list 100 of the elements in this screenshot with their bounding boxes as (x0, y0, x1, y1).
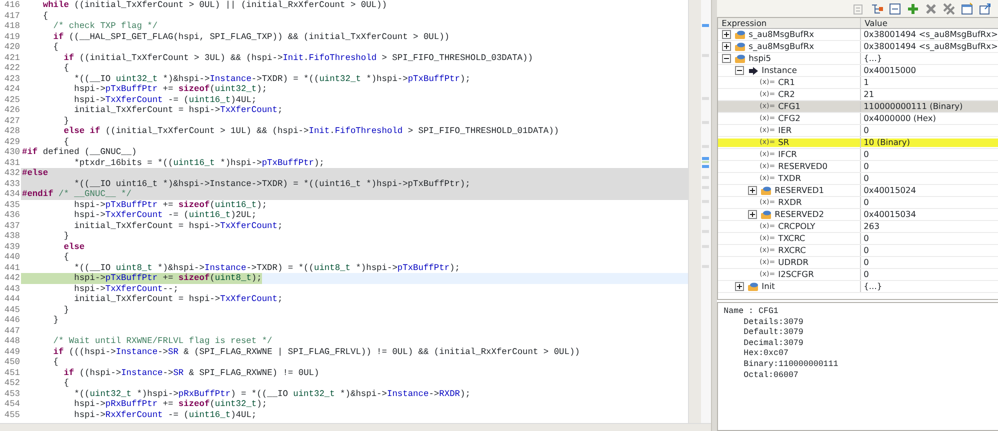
expression-value: 0x40015034 (864, 209, 916, 219)
expand-icon[interactable] (722, 30, 731, 39)
tree-icon[interactable] (870, 2, 884, 16)
detail-line: Decimal:3079 (742, 338, 804, 350)
code-line: *((__IO uint32_t *)&hspi->Instance->TXDR) = *((uint32_t *)hspi->pTxBuffPtr); (73, 74, 470, 84)
tree-row[interactable]: s_au8MsgBufRx 0x38001494 <s_au8MsgBufRx> (718, 29, 998, 41)
code-line: if (((hspi->Instance->SR & (SPI_FLAG_RXWNE | SPI_FLAG_FRLVL)) != 0UL) && (initial_RxXferCount > 0UL)) (52, 346, 580, 357)
code-line: initial_TxXferCount = hspi->TxXferCount; (73, 105, 283, 116)
expression-value: 21 (864, 89, 874, 99)
code-line: { (62, 252, 69, 262)
code-line: else if ((initial_TxXferCount > 1UL) && (hspi->Init.FifoThreshold > SPI_FIFO_THRESHOLD_01DATA)) (62, 126, 560, 136)
struct-icon (734, 30, 746, 40)
struct-icon (760, 210, 772, 220)
code-line: #endif /* __GNUC__ */ (21, 189, 132, 200)
code-line: #else (21, 168, 48, 178)
column-header[interactable]: Value (860, 18, 998, 28)
line-number: 443 (0, 284, 21, 294)
code-line: hspi->pRxBuffPtr += sizeof(uint32_t); (73, 399, 268, 410)
detail-line: Details:3079 (742, 318, 804, 328)
export-icon[interactable] (978, 2, 992, 16)
plus-icon[interactable] (906, 2, 920, 16)
expression-value: 0x38001494 <s_au8MsgBufRx> (864, 29, 998, 39)
expression-value: {...} (864, 53, 882, 63)
column-header[interactable]: Expression (718, 18, 861, 28)
scrollbar[interactable] (0, 423, 711, 431)
detail-line: Name : CFG1 (724, 307, 780, 318)
expression-value: 0 (864, 233, 869, 243)
arrow-icon (746, 66, 759, 76)
code-line: if ((__HAL_SPI_GET_FLAG(hspi, SPI_FLAG_TXP)) && (initial_TxXferCount > 0UL)) (52, 32, 450, 42)
code-line: initial_TxXferCount = hspi->TxXferCount; (73, 220, 283, 231)
expression-name: IFCR (778, 149, 797, 160)
expand-icon[interactable] (748, 186, 757, 195)
detail-line: Octal:06007 (742, 370, 800, 382)
expression-name: RESERVED2 (774, 209, 824, 220)
code-line: hspi->RxXferCount -= (uint16_t)4UL; (73, 410, 257, 420)
expression-value: 0x38001494 <s_au8MsgBufRx> (864, 41, 998, 51)
code-line: { (62, 63, 69, 74)
expand-icon[interactable] (722, 42, 731, 51)
expression-value: 0 (864, 173, 869, 183)
expression-name: TXCRC (778, 233, 806, 244)
code-line: { (52, 357, 58, 368)
expression-value: 0 (864, 149, 869, 159)
expression-value: 0 (864, 161, 869, 171)
tree-row[interactable]: RESERVED2 0x40015034 (718, 209, 998, 221)
expression-name: Init (762, 281, 775, 292)
line-number: 434 (0, 189, 21, 200)
expression-value: 10 (Binary) (864, 137, 910, 147)
code-line: *((uint32_t *)hspi->pRxBuffPtr) = *((__IO uint32_t *)&hspi->Instance->RXDR); (73, 388, 470, 399)
expression-name: RXCRC (778, 245, 806, 256)
expression-name: CR1 (778, 77, 795, 88)
detail-line: Default:3079 (742, 328, 804, 339)
code-line: { (52, 42, 58, 52)
expression-name: CR2 (778, 89, 795, 100)
code-line: else (62, 242, 85, 252)
code-line: if ((initial_TxXferCount > 3UL) && (hspi->Init.FifoThreshold > SPI_FIFO_THRESHOLD_03DATA)) (62, 52, 533, 63)
collapse-icon[interactable] (722, 54, 731, 63)
expression-value: 0 (864, 125, 869, 135)
double-x-icon[interactable] (942, 2, 956, 16)
expand-icon[interactable] (734, 282, 744, 291)
struct-icon (760, 186, 772, 196)
expression-value: 0x4000000 (Hex) (864, 113, 936, 123)
code-line: } (52, 315, 58, 326)
expression-value: 0x40015000 (864, 65, 916, 75)
expression-name: s_au8MsgBufRx (748, 41, 814, 52)
expand-icon[interactable] (748, 210, 757, 219)
expression-name: IER (778, 125, 792, 136)
tree-row[interactable]: hspi5 {...} (718, 53, 998, 65)
tree-row[interactable]: Init {...} (718, 281, 998, 293)
tree-row[interactable]: RESERVED1 0x40015024 (718, 185, 998, 197)
tree-row[interactable]: s_au8MsgBufRx 0x38001494 <s_au8MsgBufRx> (718, 41, 998, 53)
code-line: hspi->TxXferCount -= (uint16_t)4UL; (73, 94, 257, 105)
code-line: *((__IO uint8_t *)&hspi->Instance->TXDR) = *((uint8_t *)hspi->pTxBuffPtr); (73, 262, 460, 273)
scrollbar[interactable] (688, 0, 701, 423)
expression-name: I2SCFGR (778, 269, 814, 280)
collapse-icon[interactable] (734, 66, 744, 75)
struct-icon (734, 42, 746, 52)
expression-value: 0x40015024 (864, 185, 916, 195)
line-number: 435 (0, 200, 21, 210)
code-line: } (62, 304, 69, 315)
expression-name: RESERVED0 (778, 161, 828, 172)
code-line: hspi->pTxBuffPtr += sizeof(uint32_t); (73, 84, 268, 94)
code-line: { (62, 136, 69, 147)
expression-value: 0 (864, 245, 869, 255)
code-line: hspi->pTxBuffPtr += sizeof(uint16_t); (73, 200, 268, 210)
code-line: *((__IO uint16_t *)&hspi->Instance->TXDR) = *((uint16_t *)hspi->pTxBuffPtr); (73, 178, 470, 189)
code-line: { (62, 378, 69, 388)
tree-row[interactable]: Instance 0x40015000 (718, 65, 998, 77)
expression-value: 263 (864, 221, 880, 231)
code-line: /* check TXP flag */ (52, 21, 158, 32)
detail-line: Binary:110000000111 (742, 360, 840, 371)
expression-value: 1 (864, 77, 869, 87)
code-line: hspi->TxXferCount -= (uint16_t)2UL; (73, 210, 257, 220)
window-icon[interactable] (960, 2, 974, 16)
close-icon[interactable] (924, 2, 938, 16)
expression-value: {...} (864, 281, 882, 291)
expression-name: SR (778, 137, 790, 148)
code-line: while ((initial_TxXferCount > 0UL) || (initial_RxXferCount > 0UL)) (42, 0, 387, 10)
struct-icon (746, 282, 759, 292)
expression-value: 0 (864, 269, 869, 279)
expression-name: CFG2 (778, 113, 800, 124)
